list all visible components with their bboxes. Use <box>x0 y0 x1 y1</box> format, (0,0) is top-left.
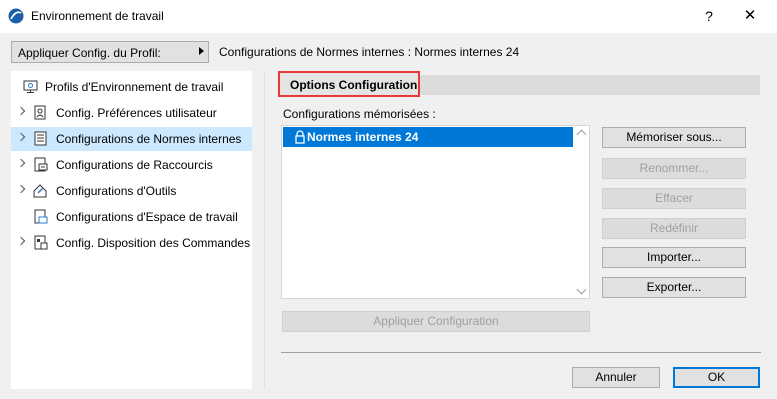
sidebar-item-label: Configurations d'Espace de travail <box>56 210 238 224</box>
delete-button[interactable]: Effacer <box>602 188 746 209</box>
save-as-button[interactable]: Mémoriser sous... <box>602 127 746 148</box>
help-button[interactable]: ? <box>698 5 720 27</box>
cancel-button[interactable]: Annuler <box>572 367 660 388</box>
user-preferences-icon <box>34 105 46 120</box>
settings-tree: Profils d'Environnement de travail Confi… <box>11 71 252 389</box>
sidebar-item-label: Config. Disposition des Commandes <box>56 236 251 250</box>
apply-profile-label: Appliquer Config. du Profil: <box>18 46 161 60</box>
app-icon <box>8 8 24 24</box>
sidebar-item-tools[interactable]: Configurations d'Outils <box>11 179 252 203</box>
active-profile-status: Configurations de Normes internes : Norm… <box>219 45 520 59</box>
apply-profile-button[interactable]: Appliquer Config. du Profil: <box>11 41 209 63</box>
export-button[interactable]: Exporter... <box>602 277 746 298</box>
tab-label: Options Configuration <box>290 78 418 92</box>
command-layout-icon <box>34 235 48 250</box>
scroll-down-icon[interactable] <box>576 284 587 295</box>
saved-configurations-list[interactable]: Normes internes 24 <box>281 125 590 299</box>
sidebar-item-label: Config. Préférences utilisateur <box>56 106 217 120</box>
sidebar-item-label: Configurations d'Outils <box>56 184 177 198</box>
monitor-icon <box>23 80 38 93</box>
list-item[interactable]: Normes internes 24 <box>283 127 573 147</box>
import-button[interactable]: Importer... <box>602 247 746 268</box>
standards-icon <box>34 131 47 146</box>
rename-button[interactable]: Renommer... <box>602 158 746 179</box>
sidebar-item-label: Profils d'Environnement de travail <box>45 80 224 94</box>
ok-button[interactable]: OK <box>673 367 760 388</box>
sidebar-item-label: Configurations de Normes internes <box>56 132 242 146</box>
sidebar-item-workspace[interactable]: Configurations d'Espace de travail <box>11 205 252 229</box>
chevron-right-icon <box>16 158 26 168</box>
sidebar-item-label: Configurations de Raccourcis <box>56 158 213 172</box>
tools-icon <box>33 184 47 198</box>
chevron-right-icon <box>16 184 26 194</box>
sidebar-item-shortcuts[interactable]: Configurations de Raccourcis <box>11 153 252 177</box>
title-bar: Environnement de travail ? ✕ <box>0 0 777 33</box>
list-item-label: Normes internes 24 <box>307 130 419 144</box>
workspace-icon <box>34 209 48 224</box>
tab-options-configuration[interactable]: Options Configuration <box>278 71 420 97</box>
lock-icon <box>295 130 305 144</box>
window-title: Environnement de travail <box>31 9 164 23</box>
chevron-right-icon <box>16 236 26 246</box>
scroll-up-icon[interactable] <box>576 129 587 140</box>
sidebar-item-user-preferences[interactable]: Config. Préférences utilisateur <box>11 101 252 125</box>
redefine-button[interactable]: Redéfinir <box>602 218 746 239</box>
sidebar-item-internal-standards[interactable]: Configurations de Normes internes <box>11 127 252 151</box>
apply-configuration-button[interactable]: Appliquer Configuration <box>282 311 590 332</box>
sidebar-item-command-layout[interactable]: Config. Disposition des Commandes <box>11 231 252 255</box>
footer-separator <box>281 352 761 353</box>
close-button[interactable]: ✕ <box>736 5 764 27</box>
shortcuts-icon <box>34 157 48 172</box>
chevron-right-icon <box>16 132 26 142</box>
chevron-right-icon <box>16 106 26 116</box>
submenu-arrow-icon <box>199 47 204 55</box>
saved-configurations-label: Configurations mémorisées : <box>283 107 436 121</box>
sidebar-item-work-environment-profiles[interactable]: Profils d'Environnement de travail <box>11 75 252 99</box>
